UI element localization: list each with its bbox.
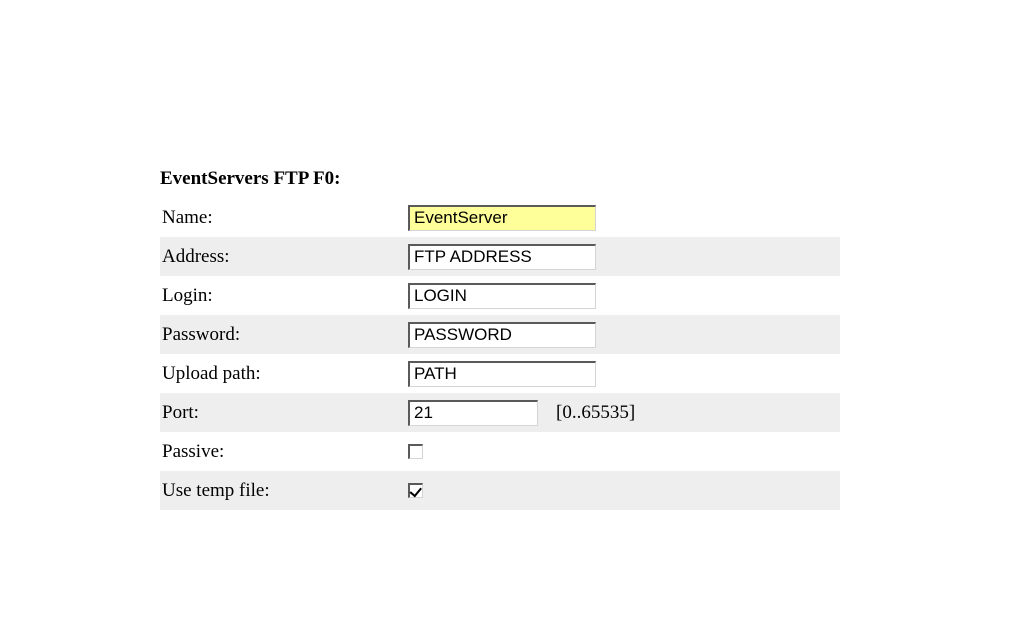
passive-checkbox[interactable] — [408, 444, 423, 459]
use-temp-file-checkbox[interactable] — [408, 483, 423, 498]
row-passive: Passive: — [160, 432, 840, 471]
upload-path-input[interactable] — [408, 361, 596, 387]
label-passive: Passive: — [160, 441, 408, 463]
label-login: Login: — [160, 285, 408, 307]
row-upload-path: Upload path: — [160, 354, 840, 393]
row-password: Password: — [160, 315, 840, 354]
row-use-temp-file: Use temp file: — [160, 471, 840, 510]
label-port: Port: — [160, 402, 408, 424]
row-address: Address: — [160, 237, 840, 276]
label-upload-path: Upload path: — [160, 363, 408, 385]
ftp-settings-form: EventServers FTP F0: Name: Address: Logi… — [160, 168, 840, 510]
port-hint: [0..65535] — [556, 402, 635, 424]
address-input[interactable] — [408, 244, 596, 270]
port-input[interactable] — [408, 400, 538, 426]
label-password: Password: — [160, 324, 408, 346]
password-input[interactable] — [408, 322, 596, 348]
login-input[interactable] — [408, 283, 596, 309]
row-login: Login: — [160, 276, 840, 315]
label-name: Name: — [160, 207, 408, 229]
form-title: EventServers FTP F0: — [160, 168, 840, 190]
row-name: Name: — [160, 198, 840, 237]
row-port: Port: [0..65535] — [160, 393, 840, 432]
name-input[interactable] — [408, 205, 596, 231]
label-address: Address: — [160, 246, 408, 268]
label-use-temp-file: Use temp file: — [160, 480, 408, 502]
